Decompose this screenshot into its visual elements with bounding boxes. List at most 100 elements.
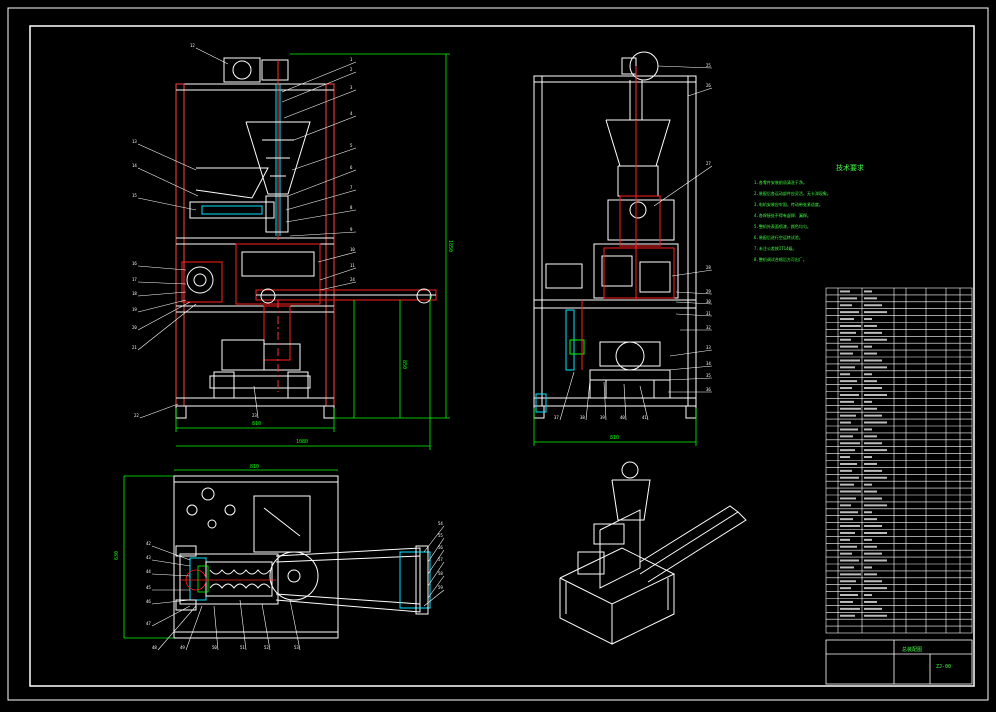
balloon-number: 57 bbox=[438, 557, 443, 562]
balloon-leader bbox=[185, 605, 203, 651]
front-view-dim-text: 810 1080 1850 850 bbox=[252, 240, 453, 445]
balloon-number: 52 bbox=[264, 645, 269, 650]
balloon-leader bbox=[281, 61, 357, 93]
balloon-number: 17 bbox=[132, 277, 137, 282]
balloon-leader bbox=[283, 89, 357, 119]
balloon-number: 43 bbox=[146, 555, 151, 560]
balloon-leader bbox=[137, 143, 197, 171]
drawing-canvas: 810 1080 1850 850 810 810 630 技术要求 1.各零件… bbox=[7, 7, 989, 701]
balloon-leader bbox=[239, 599, 247, 651]
balloon-leader bbox=[289, 599, 301, 651]
balloon-leader bbox=[213, 605, 219, 651]
balloon-leader bbox=[657, 65, 713, 69]
balloon-number: 20 bbox=[132, 325, 137, 330]
balloon-number: 9 bbox=[350, 227, 353, 232]
balloon-number: 32 bbox=[706, 325, 711, 330]
balloon-leader bbox=[285, 209, 357, 223]
balloon-number: 40 bbox=[620, 415, 625, 420]
note-item: 2.装配后各运动部件应灵活，无卡滞现象。 bbox=[754, 190, 831, 196]
balloon-number: 16 bbox=[132, 261, 137, 266]
note-item: 5.整机外表面喷漆，颜色均匀。 bbox=[754, 223, 811, 229]
balloon-number: 25 bbox=[706, 63, 711, 68]
balloon-number: 49 bbox=[180, 645, 185, 650]
note-item: 6.装配后进行空运转试验。 bbox=[754, 234, 803, 240]
balloon-number: 42 bbox=[146, 541, 151, 546]
balloon-number: 27 bbox=[706, 161, 711, 166]
balloon-number: 38 bbox=[580, 415, 585, 420]
balloon-number: 41 bbox=[642, 415, 647, 420]
balloon-leader bbox=[151, 559, 191, 567]
balloon-number: 3 bbox=[350, 85, 353, 90]
svg-text:1850: 1850 bbox=[447, 240, 453, 252]
balloon-number: 37 bbox=[554, 415, 559, 420]
balloon-leader bbox=[317, 251, 357, 263]
note-item: 8.整机调试合格后方可出厂。 bbox=[754, 256, 807, 262]
notes-heading: 技术要求 bbox=[836, 163, 864, 172]
balloon-leader bbox=[289, 231, 357, 237]
balloon-number: 28 bbox=[706, 265, 711, 270]
balloon-number: 33 bbox=[706, 345, 711, 350]
balloon-leader bbox=[585, 379, 591, 421]
balloon-leader bbox=[669, 349, 713, 357]
balloon-number: 12 bbox=[190, 43, 195, 48]
balloon-number: 15 bbox=[132, 193, 137, 198]
balloon-leader bbox=[687, 87, 713, 97]
note-item: 4.各焊接处不得有虚焊、漏焊。 bbox=[754, 212, 811, 218]
balloon-leader bbox=[287, 169, 357, 197]
balloon-leader bbox=[667, 365, 713, 371]
balloon-number: 23 bbox=[252, 413, 257, 418]
drawing-name: 总装配图 bbox=[902, 646, 922, 653]
technical-notes: 技术要求 1.各零件安装前须清洗干净。 2.装配后各运动部件应灵活，无卡滞现象。… bbox=[754, 163, 864, 262]
side-view-dim-width: 810 bbox=[610, 435, 619, 441]
inner-border bbox=[29, 25, 975, 687]
balloon-number: 21 bbox=[132, 345, 137, 350]
balloon-leader bbox=[653, 165, 713, 207]
note-item: 3.电机安装应牢固，传动带张紧适度。 bbox=[754, 201, 823, 207]
balloon-number: 2 bbox=[350, 67, 353, 72]
balloon-number: 31 bbox=[706, 311, 711, 316]
balloon-leader bbox=[151, 605, 191, 627]
balloon-number: 19 bbox=[132, 307, 137, 312]
balloon-leader bbox=[137, 291, 187, 297]
balloon-number: 51 bbox=[240, 645, 245, 650]
balloon-number: 10 bbox=[350, 247, 355, 252]
balloon-number: 26 bbox=[706, 83, 711, 88]
balloon-number: 18 bbox=[132, 291, 137, 296]
balloon-number: 53 bbox=[294, 645, 299, 650]
balloon-number: 46 bbox=[146, 599, 151, 604]
balloon-number: 34 bbox=[706, 361, 711, 366]
balloon-number: 55 bbox=[438, 533, 443, 538]
balloon-leader bbox=[281, 71, 357, 103]
balloon-leader bbox=[291, 147, 357, 171]
balloon-leader bbox=[293, 115, 357, 141]
balloon-number: 47 bbox=[146, 621, 151, 626]
balloon-leader bbox=[137, 301, 191, 331]
balloon-number: 44 bbox=[146, 569, 151, 574]
drawing-code: ZJ-00 bbox=[936, 664, 951, 670]
balloon-number: 48 bbox=[152, 645, 157, 650]
balloon-leader bbox=[151, 599, 191, 605]
balloon-number: 6 bbox=[350, 165, 353, 170]
front-view bbox=[175, 57, 437, 419]
balloon-number: 30 bbox=[706, 299, 711, 304]
balloon-leader bbox=[261, 603, 271, 651]
balloon-leader bbox=[139, 403, 179, 419]
title-block bbox=[825, 639, 973, 685]
balloon-leader bbox=[319, 281, 357, 291]
balloon-leader bbox=[137, 167, 199, 197]
balloon-number: 50 bbox=[212, 645, 217, 650]
balloon-number: 45 bbox=[146, 585, 151, 590]
balloon-number: 22 bbox=[134, 413, 139, 418]
balloon-leader bbox=[667, 377, 713, 381]
balloon-leader bbox=[423, 589, 445, 607]
balloon-number: 58 bbox=[438, 571, 443, 576]
balloon-leader bbox=[137, 281, 187, 285]
balloon-number: 35 bbox=[706, 373, 711, 378]
balloon-leader bbox=[151, 545, 191, 561]
balloon-number: 14 bbox=[132, 163, 137, 168]
balloon-number: 59 bbox=[438, 585, 443, 590]
cad-drawing-sheet: 810 1080 1850 850 810 810 630 技术要求 1.各零件… bbox=[0, 0, 996, 708]
balloon-callouts: 12123456789101113141516171819202122 23242… bbox=[132, 43, 713, 651]
balloon-number: 11 bbox=[350, 263, 355, 268]
balloon-leader bbox=[559, 371, 575, 421]
